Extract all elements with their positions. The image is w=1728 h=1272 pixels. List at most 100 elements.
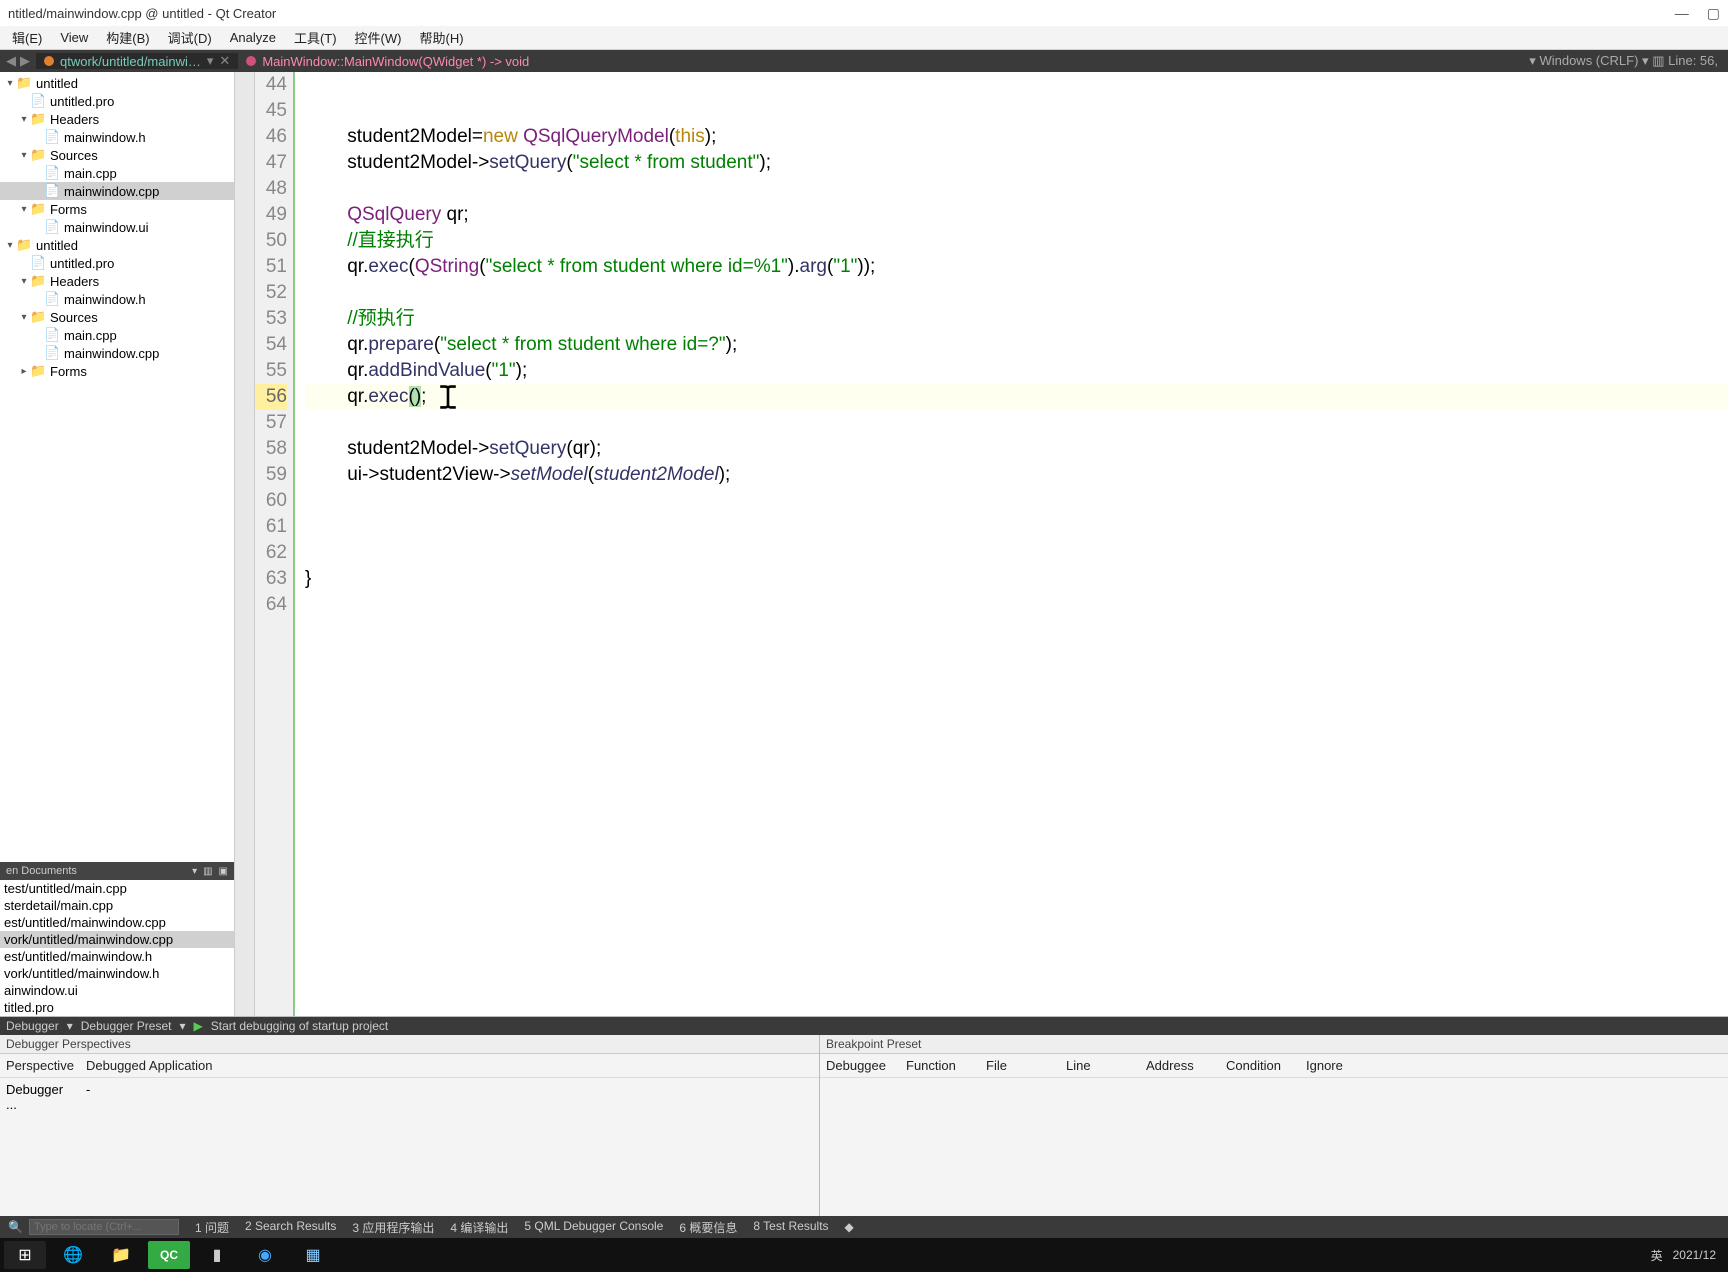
taskbar-qtcreator[interactable]: QC <box>148 1241 190 1269</box>
more-icon[interactable]: ◆ <box>837 1220 862 1234</box>
split-icon[interactable]: ▥ <box>203 866 212 877</box>
tree-item[interactable]: 📄untitled.pro <box>0 92 234 110</box>
encoding-label[interactable]: Windows (CRLF) <box>1539 53 1638 68</box>
tree-item[interactable]: ▾📁Headers <box>0 110 234 128</box>
taskbar-terminal[interactable]: ▮ <box>196 1241 238 1269</box>
locator-input[interactable] <box>29 1219 179 1235</box>
tree-item[interactable]: 📄mainwindow.cpp <box>0 182 234 200</box>
output-tab[interactable]: 3 应用程序输出 <box>344 1219 442 1236</box>
tree-item[interactable]: 📄mainwindow.ui <box>0 218 234 236</box>
code-line[interactable]: qr.addBindValue("1"); <box>305 358 1728 384</box>
chevron-icon[interactable]: ▾ <box>18 114 30 125</box>
code-line[interactable] <box>305 176 1728 202</box>
tree-item[interactable]: 📄untitled.pro <box>0 254 234 272</box>
taskbar-app1[interactable]: ◉ <box>244 1241 286 1269</box>
dropdown-icon[interactable]: ▾ <box>67 1019 73 1033</box>
dropdown-icon[interactable]: ▾ <box>1529 53 1536 68</box>
project-tree[interactable]: ▾📁untitled📄untitled.pro▾📁Headers📄mainwin… <box>0 72 234 862</box>
output-tab[interactable]: 6 概要信息 <box>671 1219 745 1236</box>
nav-fwd-icon[interactable]: ▶ <box>20 53 30 69</box>
code-line[interactable] <box>305 72 1728 98</box>
open-doc-item[interactable]: vork/untitled/mainwindow.cpp <box>0 931 234 948</box>
dropdown-icon[interactable]: ▾ <box>207 53 214 69</box>
code-line[interactable] <box>305 514 1728 540</box>
symbol-selector[interactable]: MainWindow::MainWindow(QWidget *) -> voi… <box>238 54 537 69</box>
menu-item[interactable]: 工具(T) <box>286 26 345 49</box>
menu-item[interactable]: Analyze <box>222 28 284 47</box>
output-tab[interactable]: 2 Search Results <box>237 1219 344 1236</box>
tree-item[interactable]: 📄main.cpp <box>0 164 234 182</box>
tree-item[interactable]: 📄mainwindow.cpp <box>0 344 234 362</box>
tree-item[interactable]: ▾📁untitled <box>0 74 234 92</box>
code-line[interactable]: student2Model->setQuery(qr); <box>305 436 1728 462</box>
dropdown-icon[interactable]: ▾ <box>192 866 197 877</box>
open-doc-item[interactable]: test/untitled/main.cpp <box>0 880 234 897</box>
tree-item[interactable]: 📄mainwindow.h <box>0 128 234 146</box>
output-tab[interactable]: 8 Test Results <box>745 1219 836 1236</box>
tree-item[interactable]: 📄mainwindow.h <box>0 290 234 308</box>
menu-item[interactable]: 构建(B) <box>98 26 157 49</box>
output-tab[interactable]: 4 编译输出 <box>442 1219 516 1236</box>
output-tab[interactable]: 1 问题 <box>187 1219 237 1236</box>
menu-item[interactable]: View <box>52 28 96 47</box>
open-doc-item[interactable]: est/untitled/mainwindow.cpp <box>0 914 234 931</box>
nav-back-icon[interactable]: ◀ <box>6 53 16 69</box>
dropdown-icon[interactable]: ▾ <box>179 1019 185 1033</box>
tree-item[interactable]: ▾📁Sources <box>0 308 234 326</box>
code-line[interactable]: student2Model=new QSqlQueryModel(this); <box>305 124 1728 150</box>
tray-lang[interactable]: 英 <box>1651 1247 1663 1264</box>
tree-item[interactable]: 📄main.cpp <box>0 326 234 344</box>
tree-item[interactable]: ▸📁Forms <box>0 362 234 380</box>
split-icon[interactable]: ▥ <box>1652 53 1664 68</box>
code-line[interactable] <box>305 592 1728 618</box>
close-icon[interactable]: ▣ <box>219 866 228 877</box>
search-icon[interactable]: 🔍 <box>8 1220 23 1234</box>
open-doc-item[interactable]: vork/untitled/mainwindow.h <box>0 965 234 982</box>
chevron-icon[interactable]: ▾ <box>18 204 30 215</box>
chevron-icon[interactable]: ▾ <box>18 150 30 161</box>
open-doc-item[interactable]: sterdetail/main.cpp <box>0 897 234 914</box>
chevron-icon[interactable]: ▾ <box>18 312 30 323</box>
tray-date[interactable]: 2021/12 <box>1673 1248 1716 1262</box>
code-line[interactable]: //直接执行 <box>305 228 1728 254</box>
code-line[interactable]: student2Model->setQuery("select * from s… <box>305 150 1728 176</box>
open-doc-item[interactable]: ainwindow.ui <box>0 982 234 999</box>
editor-file-tab[interactable]: qtwork/untitled/mainwi… ▾ ✕ <box>36 53 238 69</box>
debugger-preset[interactable]: Debugger Preset <box>81 1019 172 1033</box>
dropdown-icon[interactable]: ▾ <box>1642 53 1649 68</box>
code-line[interactable]: } <box>305 566 1728 592</box>
code-line[interactable] <box>305 488 1728 514</box>
open-doc-item[interactable]: est/untitled/mainwindow.h <box>0 948 234 965</box>
chevron-icon[interactable]: ▸ <box>18 366 30 377</box>
close-tab-icon[interactable]: ✕ <box>219 53 230 69</box>
open-documents-list[interactable]: test/untitled/main.cppsterdetail/main.cp… <box>0 880 234 1016</box>
code-line[interactable]: qr.prepare("select * from student where … <box>305 332 1728 358</box>
taskbar-edge[interactable]: 🌐 <box>52 1241 94 1269</box>
code-line[interactable]: QSqlQuery qr; <box>305 202 1728 228</box>
menu-item[interactable]: 控件(W) <box>347 26 410 49</box>
code-editor[interactable]: student2Model=new QSqlQueryModel(this); … <box>295 72 1728 1016</box>
taskbar-explorer[interactable]: 📁 <box>100 1241 142 1269</box>
code-line[interactable]: qr.exec(QString("select * from student w… <box>305 254 1728 280</box>
chevron-icon[interactable]: ▾ <box>4 240 16 251</box>
play-icon[interactable]: ▶ <box>194 1019 203 1033</box>
debugger-label[interactable]: Debugger <box>6 1019 59 1033</box>
tree-item[interactable]: ▾📁Forms <box>0 200 234 218</box>
chevron-icon[interactable]: ▾ <box>4 78 16 89</box>
code-line[interactable] <box>305 280 1728 306</box>
code-line[interactable] <box>305 540 1728 566</box>
tree-item[interactable]: ▾📁Sources <box>0 146 234 164</box>
menu-item[interactable]: 辑(E) <box>4 26 50 49</box>
code-line[interactable] <box>305 410 1728 436</box>
start-debugging-label[interactable]: Start debugging of startup project <box>211 1019 388 1033</box>
linecol-label[interactable]: Line: 56, <box>1668 53 1718 68</box>
minimize-icon[interactable]: — <box>1675 5 1689 22</box>
code-line[interactable]: qr.exec(); <box>305 384 1728 410</box>
start-button[interactable]: ⊞ <box>4 1241 46 1269</box>
row-perspective[interactable]: Debugger ... <box>6 1082 86 1112</box>
open-doc-item[interactable]: titled.pro <box>0 999 234 1016</box>
taskbar-app2[interactable]: ▦ <box>292 1241 334 1269</box>
maximize-icon[interactable]: ▢ <box>1707 5 1720 22</box>
code-line[interactable]: //预执行 <box>305 306 1728 332</box>
tree-item[interactable]: ▾📁Headers <box>0 272 234 290</box>
